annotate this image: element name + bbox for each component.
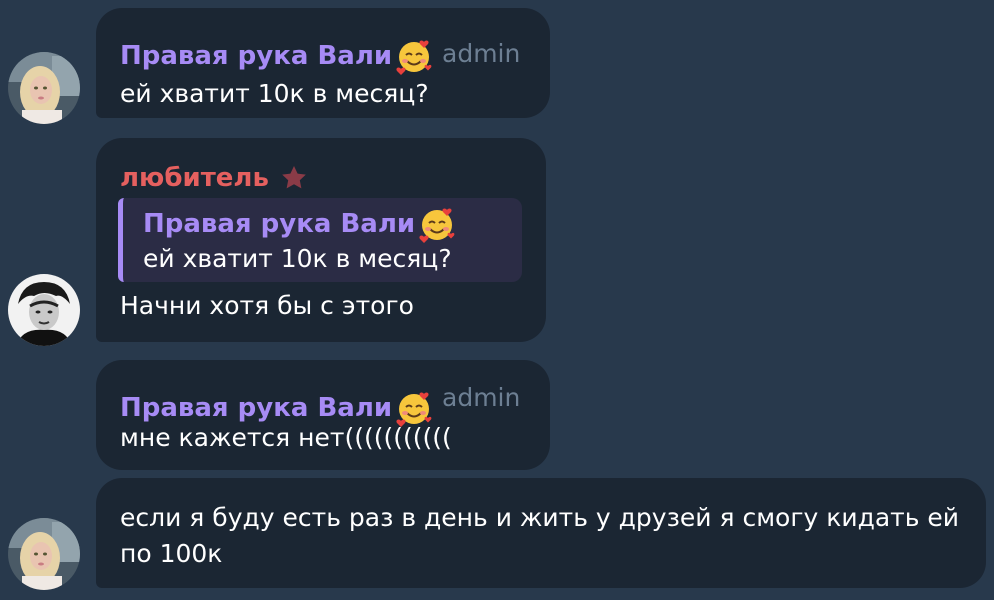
message-text: мне кажется нет((((((((((( <box>120 423 452 452</box>
smiling-face-with-hearts-icon <box>394 36 434 76</box>
reply-quote[interactable]: Правая рука Вали ей хватит 10к в месяц? <box>118 198 522 282</box>
message-header: Правая рука Вали <box>120 36 434 76</box>
avatar-sender-lover[interactable] <box>8 274 80 346</box>
message-text: ей хватит 10к в месяц? <box>120 79 429 108</box>
avatar-sender-admin[interactable] <box>8 52 80 124</box>
avatar-sender-admin[interactable] <box>8 518 80 590</box>
message-text-line-1: если я буду есть раз в день и жить у дру… <box>120 503 960 532</box>
message-bubble-1[interactable]: Правая рука Вали admin ей хватит 10к в м… <box>96 8 550 118</box>
star-icon <box>279 163 309 193</box>
sender-name[interactable]: Правая рука Вали <box>120 40 392 72</box>
message-text-line-2: по 100к <box>120 539 223 568</box>
message-bubble-4[interactable]: если я буду есть раз в день и жить у дру… <box>96 478 986 588</box>
message-header: любитель <box>120 162 309 194</box>
sender-name[interactable]: любитель <box>120 162 269 194</box>
role-badge-admin: admin <box>442 39 521 68</box>
reply-text: ей хватит 10к в месяц? <box>143 244 452 273</box>
smiling-face-with-hearts-icon <box>417 204 457 244</box>
message-bubble-2[interactable]: любитель Правая рука Вали ей хватит 10к … <box>96 138 546 342</box>
reply-header: Правая рука Вали <box>143 204 457 244</box>
role-badge-admin: admin <box>442 383 521 412</box>
message-text: Начни хотя бы с этого <box>120 291 414 320</box>
reply-sender-name: Правая рука Вали <box>143 209 416 239</box>
message-bubble-3[interactable]: Правая рука Вали admin мне кажется нет((… <box>96 360 550 470</box>
